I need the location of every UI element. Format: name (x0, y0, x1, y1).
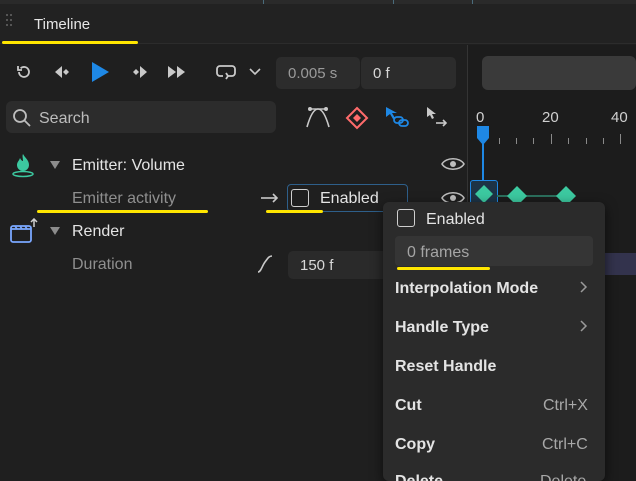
playhead-line (482, 144, 484, 184)
arrow-right-icon (260, 191, 280, 209)
ruler-tick (551, 134, 552, 144)
drag-grip-icon[interactable] (6, 14, 14, 30)
ruler-tick (620, 134, 621, 144)
emitter-flame-icon (10, 152, 36, 183)
tree-item-duration[interactable]: Duration (72, 256, 132, 274)
previous-keyframe-icon[interactable] (50, 60, 76, 84)
menu-enabled-label[interactable]: Enabled (426, 211, 485, 229)
search-input[interactable]: Search (39, 110, 90, 128)
shortcut-copy: Ctrl+C (542, 436, 588, 453)
render-clapper-icon (10, 217, 38, 249)
expand-triangle-icon[interactable] (50, 161, 60, 169)
cursor-arrow-icon[interactable] (424, 105, 450, 134)
menu-enabled-checkbox[interactable] (397, 209, 415, 227)
curve-icon[interactable] (256, 254, 274, 279)
search-icon (12, 108, 32, 133)
menu-item-cut[interactable]: Cut (395, 397, 422, 415)
annotation-underline (37, 210, 208, 213)
menu-item-reset-handle[interactable]: Reset Handle (395, 358, 496, 376)
ruler-label: 40 (611, 109, 628, 126)
chevron-down-icon[interactable] (246, 62, 264, 82)
ruler-tick (533, 138, 534, 144)
annotation-underline (266, 210, 323, 213)
time-field[interactable]: 0.005 s (276, 57, 360, 89)
ruler-tick (586, 138, 587, 144)
tree-item-emitter[interactable]: Emitter: Volume (72, 157, 185, 175)
menu-item-interpolation-mode[interactable]: Interpolation Mode (395, 280, 538, 298)
menu-item-handle-type[interactable]: Handle Type (395, 319, 489, 337)
frame-field[interactable]: 0 f (360, 57, 456, 89)
menu-item-copy[interactable]: Copy (395, 436, 435, 454)
ruler-label: 0 (476, 109, 485, 126)
play-icon[interactable] (88, 58, 112, 86)
enabled-checkbox[interactable] (291, 189, 309, 207)
eye-icon[interactable] (441, 156, 465, 177)
time-range-bar[interactable] (482, 56, 636, 90)
ruler-tick (603, 138, 604, 144)
panel-title[interactable]: Timeline (34, 16, 90, 33)
ruler-tick (499, 138, 500, 144)
ruler-label: 20 (542, 109, 559, 126)
ruler-tick (516, 138, 517, 144)
next-keyframe-icon[interactable] (126, 60, 152, 84)
annotation-underline (397, 267, 490, 270)
annotation-underline (2, 41, 138, 44)
chevron-right-icon (580, 280, 588, 296)
duration-bar[interactable] (605, 253, 636, 275)
loop-mode-icon[interactable] (212, 60, 240, 84)
tree-item-render[interactable]: Render (72, 223, 124, 241)
fast-forward-icon[interactable] (164, 60, 190, 84)
shortcut-cut: Ctrl+X (543, 397, 588, 414)
panel-header (0, 4, 636, 44)
shortcut-delete: Delete (540, 473, 586, 481)
menu-item-delete[interactable]: Delete (395, 473, 443, 481)
enabled-label: Enabled (320, 190, 379, 207)
frames-value: 0 frames (407, 244, 470, 261)
ruler-tick (568, 138, 569, 144)
chevron-right-icon (580, 319, 588, 335)
loop-restart-icon[interactable] (12, 60, 36, 84)
link-keys-icon[interactable] (384, 105, 410, 134)
expand-triangle-icon[interactable] (50, 227, 60, 235)
keyframe-diamond-icon[interactable] (345, 106, 369, 135)
tree-item-emitter-activity[interactable]: Emitter activity (72, 190, 176, 208)
curve-tangent-icon[interactable] (305, 105, 331, 134)
